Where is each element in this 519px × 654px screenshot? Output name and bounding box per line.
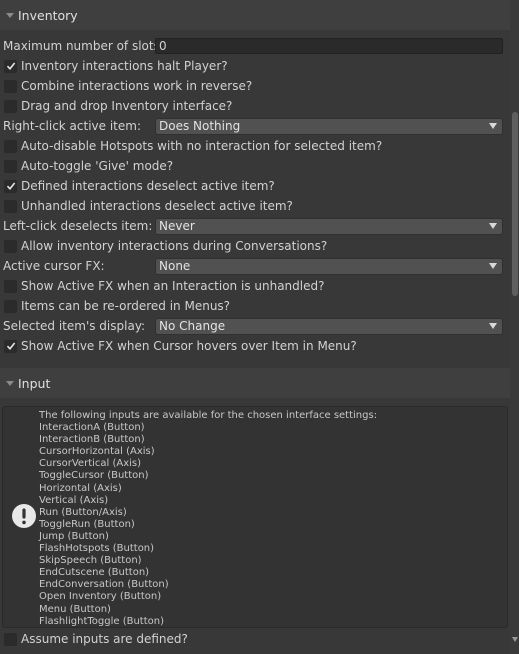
help-line: CursorHorizontal (Axis) [39,446,155,458]
help-line: InteractionB (Button) [39,434,145,446]
help-line: EndCutscene (Button) [39,567,150,579]
help-line: Vertical (Axis) [39,494,109,506]
max-slots-label: Maximum number of slots: [3,39,164,53]
chevron-down-icon [489,322,497,329]
left-click-label: Left-click deselects item: [3,219,153,233]
combine-reverse-label: Combine interactions work in reverse? [21,79,253,93]
left-click-value: Never [159,219,195,233]
left-click-row: Left-click deselects item: Never [0,216,510,236]
vertical-scrollbar[interactable] [510,0,519,654]
auto-toggle-give-checkbox[interactable] [4,159,17,173]
defined-deselect-row[interactable]: Defined interactions deselect active ite… [0,176,510,196]
inventory-header-title: Inventory [18,7,78,23]
defined-deselect-checkbox[interactable] [4,179,17,193]
scrollbar-thumb[interactable] [512,112,518,296]
show-fx-unhandled-label: Show Active FX when an Interaction is un… [21,279,325,293]
help-line: ToggleCursor (Button) [39,470,149,482]
auto-toggle-give-row[interactable]: Auto-toggle 'Give' mode? [0,156,510,176]
allow-conversations-checkbox[interactable] [4,239,17,253]
chevron-down-icon [489,222,497,229]
halt-player-checkbox[interactable] [4,59,17,73]
help-line: InteractionA (Button) [39,422,145,434]
checkmark-icon [6,62,15,71]
inventory-section-header[interactable]: Inventory [0,0,510,30]
right-click-label: Right-click active item: [3,119,141,133]
selected-display-label: Selected item's display: [3,319,146,333]
show-fx-hover-checkbox[interactable] [4,339,17,353]
unhandled-deselect-checkbox[interactable] [4,199,17,213]
chevron-down-icon [489,122,497,129]
halt-player-row[interactable]: Inventory interactions halt Player? [0,56,510,76]
checkmark-icon [6,182,15,191]
help-line: FlashHotspots (Button) [39,543,155,555]
drag-drop-checkbox[interactable] [4,99,17,113]
scroll-down-arrow-icon[interactable] [512,637,518,642]
cursor-fx-row: Active cursor FX: None [0,256,510,276]
right-click-row: Right-click active item: Does Nothing [0,116,510,136]
assume-defined-row[interactable]: Assume inputs are defined? [0,629,510,649]
input-help-box: The following inputs are available for t… [2,406,508,628]
auto-disable-hotspots-checkbox[interactable] [4,139,17,153]
help-line: Open Inventory (Button) [39,591,162,603]
defined-deselect-label: Defined interactions deselect active ite… [21,179,275,193]
allow-conversations-row[interactable]: Allow inventory interactions during Conv… [0,236,510,256]
help-line: CursorVertical (Axis) [39,458,142,470]
input-header-title: Input [18,375,51,391]
combine-reverse-row[interactable]: Combine interactions work in reverse? [0,76,510,96]
halt-player-label: Inventory interactions halt Player? [21,59,228,73]
inspector-panel: Inventory Maximum number of slots: 0 Inv… [0,0,510,654]
auto-toggle-give-label: Auto-toggle 'Give' mode? [21,159,174,173]
help-line: SkipSpeech (Button) [39,555,142,567]
right-click-value: Does Nothing [159,119,241,133]
drag-drop-row[interactable]: Drag and drop Inventory interface? [0,96,510,116]
left-click-dropdown[interactable]: Never [155,217,503,235]
show-fx-hover-label: Show Active FX when Cursor hovers over I… [21,339,357,353]
max-slots-row: Maximum number of slots: 0 [0,36,510,56]
right-click-dropdown[interactable]: Does Nothing [155,117,503,135]
reorder-checkbox[interactable] [4,299,17,313]
show-fx-hover-row[interactable]: Show Active FX when Cursor hovers over I… [0,336,510,356]
help-line: Jump (Button) [39,530,109,542]
chevron-down-icon [489,262,497,269]
help-line: EndConversation (Button) [39,579,169,591]
foldout-arrow-icon[interactable] [4,9,16,21]
exclamation-info-icon [12,504,36,528]
drag-drop-label: Drag and drop Inventory interface? [21,99,233,113]
cursor-fx-dropdown[interactable]: None [155,257,503,275]
show-fx-unhandled-row[interactable]: Show Active FX when an Interaction is un… [0,276,510,296]
reorder-row[interactable]: Items can be re-ordered in Menus? [0,296,510,316]
unhandled-deselect-label: Unhandled interactions deselect active i… [21,199,293,213]
assume-defined-label: Assume inputs are defined? [21,632,188,646]
input-section-header[interactable]: Input [0,368,510,398]
help-line: ToggleRun (Button) [39,518,135,530]
assume-defined-checkbox[interactable] [4,632,17,646]
help-lines: The following inputs are available for t… [39,410,507,628]
help-line: The following inputs are available for t… [39,410,378,421]
foldout-arrow-icon[interactable] [4,377,16,389]
cursor-fx-value: None [159,259,191,273]
unhandled-deselect-row[interactable]: Unhandled interactions deselect active i… [0,196,510,216]
help-line: Run (Button/Axis) [39,506,127,518]
help-line: Horizontal (Axis) [39,482,122,494]
help-line: Menu (Button) [39,603,111,615]
combine-reverse-checkbox[interactable] [4,79,17,93]
selected-display-value: No Change [159,319,226,333]
show-fx-unhandled-checkbox[interactable] [4,279,17,293]
auto-disable-hotspots-label: Auto-disable Hotspots with no interactio… [21,139,383,153]
allow-conversations-label: Allow inventory interactions during Conv… [21,239,328,253]
cursor-fx-label: Active cursor FX: [3,259,105,273]
selected-display-dropdown[interactable]: No Change [155,317,503,335]
auto-disable-hotspots-row[interactable]: Auto-disable Hotspots with no interactio… [0,136,510,156]
help-line: FlashlightToggle (Button) [39,615,164,627]
max-slots-input[interactable]: 0 [155,38,503,54]
selected-display-row: Selected item's display: No Change [0,316,510,336]
checkmark-icon [6,342,15,351]
reorder-label: Items can be re-ordered in Menus? [21,299,231,313]
